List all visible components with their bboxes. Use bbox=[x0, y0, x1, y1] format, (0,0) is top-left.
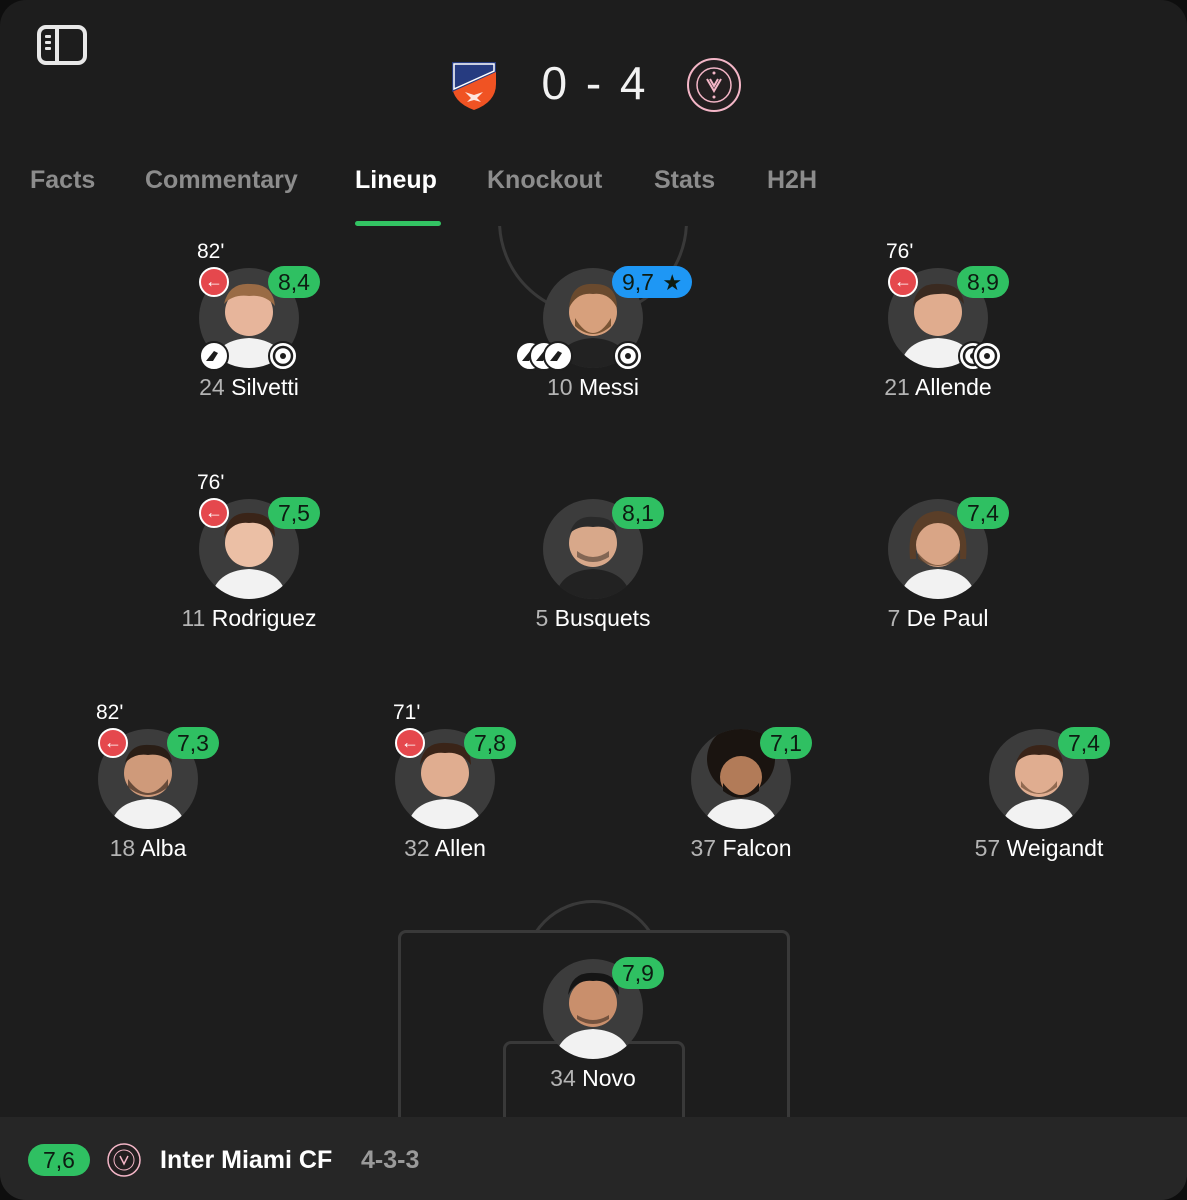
player-rating: 9,7 ★ bbox=[612, 266, 693, 298]
goal-ball-icon bbox=[972, 341, 1002, 371]
tab-stats[interactable]: Stats bbox=[654, 166, 715, 195]
pitch: 82' ← 8,4 24 Silvetti 9,7 ★ 10 Messi 76' bbox=[0, 226, 1187, 1117]
player-surname: Allende bbox=[914, 374, 992, 400]
player-name: 7 De Paul bbox=[818, 605, 1058, 632]
player-number: 10 bbox=[546, 374, 573, 400]
player-rating: 7,5 bbox=[268, 497, 320, 529]
team-formation: 4-3-3 bbox=[361, 1146, 420, 1174]
player-number: 18 bbox=[109, 835, 136, 861]
player-number: 7 bbox=[887, 605, 901, 631]
fc-cincinnati-crest-icon bbox=[452, 62, 496, 110]
player-card[interactable]: 76' ← 7,5 11 Rodriguez bbox=[129, 457, 369, 631]
player-name: 18 Alba bbox=[28, 835, 268, 862]
goal-ball-icon bbox=[613, 341, 643, 371]
match-tabs: Facts Commentary Lineup Knockout Stats H… bbox=[0, 150, 1187, 226]
player-rating: 8,4 bbox=[268, 266, 320, 298]
inter-miami-crest-icon bbox=[107, 1143, 141, 1177]
team-summary-bar: 7,6 Inter Miami CF 4-3-3 bbox=[0, 1117, 1187, 1200]
player-surname: De Paul bbox=[906, 605, 989, 631]
tab-h2h[interactable]: H2H bbox=[767, 166, 817, 195]
player-surname: Busquets bbox=[554, 605, 651, 631]
top-rated-star-icon: ★ bbox=[662, 270, 683, 295]
assist-boot-icon bbox=[543, 341, 573, 371]
player-surname: Messi bbox=[578, 374, 640, 400]
player-number: 11 bbox=[181, 605, 206, 631]
player-rating: 7,8 bbox=[464, 727, 516, 759]
player-number: 5 bbox=[535, 605, 549, 631]
player-card[interactable]: 71' ← 7,8 32 Allen bbox=[325, 687, 565, 861]
sub-off-arrow-icon: ← bbox=[395, 728, 425, 758]
sub-off-arrow-icon: ← bbox=[98, 728, 128, 758]
inter-miami-crest-icon bbox=[687, 58, 741, 112]
player-card[interactable]: 7,1 37 Falcon bbox=[621, 687, 861, 861]
tab-lineup[interactable]: Lineup bbox=[355, 166, 437, 195]
player-number: 32 bbox=[404, 835, 430, 861]
player-surname: Silvetti bbox=[231, 374, 299, 400]
team-rating: 7,6 bbox=[28, 1144, 90, 1176]
substitution-minute: 82' bbox=[197, 240, 225, 263]
player-name: 5 Busquets bbox=[473, 605, 713, 632]
player-name: 10 Messi bbox=[473, 374, 713, 401]
sub-off-arrow-icon: ← bbox=[888, 267, 918, 297]
player-number: 34 bbox=[550, 1065, 576, 1091]
player-rating-value: 9,7 bbox=[622, 269, 654, 295]
player-rating: 7,4 bbox=[957, 497, 1009, 529]
player-card[interactable]: 7,9 34 Novo bbox=[473, 917, 713, 1091]
assist-boot-icon bbox=[199, 341, 229, 371]
match-lineup-view: 0 - 4 Facts Commentary Lineup Knockout S… bbox=[0, 0, 1187, 1200]
player-number: 57 bbox=[974, 835, 1001, 861]
player-number: 21 bbox=[884, 374, 910, 400]
player-card[interactable]: 82' ← 8,4 24 Silvetti bbox=[129, 226, 369, 400]
player-name: 21 Allende bbox=[818, 374, 1058, 401]
player-card[interactable]: 9,7 ★ 10 Messi bbox=[473, 226, 713, 400]
sub-off-arrow-icon: ← bbox=[199, 267, 229, 297]
player-surname: Alba bbox=[140, 835, 187, 861]
tab-commentary[interactable]: Commentary bbox=[145, 166, 298, 195]
player-number: 24 bbox=[199, 374, 225, 400]
player-name: 11 Rodriguez bbox=[129, 605, 369, 632]
player-name: 32 Allen bbox=[325, 835, 565, 862]
substitution-minute: 76' bbox=[197, 471, 225, 494]
player-surname: Weigandt bbox=[1006, 835, 1104, 861]
player-name: 37 Falcon bbox=[621, 835, 861, 862]
player-surname: Falcon bbox=[722, 835, 792, 861]
goal-ball-icon bbox=[268, 341, 298, 371]
player-rating: 7,4 bbox=[1058, 727, 1110, 759]
player-rating: 7,3 bbox=[167, 727, 219, 759]
substitution-minute: 82' bbox=[96, 701, 124, 724]
tab-facts[interactable]: Facts bbox=[30, 166, 95, 195]
player-rating: 7,1 bbox=[760, 727, 812, 759]
player-surname: Novo bbox=[582, 1065, 636, 1091]
substitution-minute: 71' bbox=[393, 701, 421, 724]
player-name: 57 Weigandt bbox=[919, 835, 1159, 862]
player-rating: 7,9 bbox=[612, 957, 664, 989]
player-rating: 8,1 bbox=[612, 497, 664, 529]
player-card[interactable]: 8,1 5 Busquets bbox=[473, 457, 713, 631]
player-name: 34 Novo bbox=[473, 1065, 713, 1092]
sub-off-arrow-icon: ← bbox=[199, 498, 229, 528]
player-name: 24 Silvetti bbox=[129, 374, 369, 401]
tab-knockout[interactable]: Knockout bbox=[487, 166, 602, 195]
substitution-minute: 76' bbox=[886, 240, 914, 263]
player-surname: Allen bbox=[434, 835, 486, 861]
sidebar-toggle-icon[interactable] bbox=[37, 25, 87, 65]
player-number: 37 bbox=[690, 835, 717, 861]
player-card[interactable]: 76' ← 8,9 21 Allende bbox=[818, 226, 1058, 400]
player-card[interactable]: 7,4 57 Weigandt bbox=[919, 687, 1159, 861]
player-rating: 8,9 bbox=[957, 266, 1009, 298]
match-score: 0 - 4 bbox=[541, 57, 649, 109]
player-card[interactable]: 82' ← 7,3 18 Alba bbox=[28, 687, 268, 861]
player-surname: Rodriguez bbox=[211, 605, 317, 631]
player-card[interactable]: 7,4 7 De Paul bbox=[818, 457, 1058, 631]
team-name: Inter Miami CF bbox=[160, 1146, 333, 1174]
